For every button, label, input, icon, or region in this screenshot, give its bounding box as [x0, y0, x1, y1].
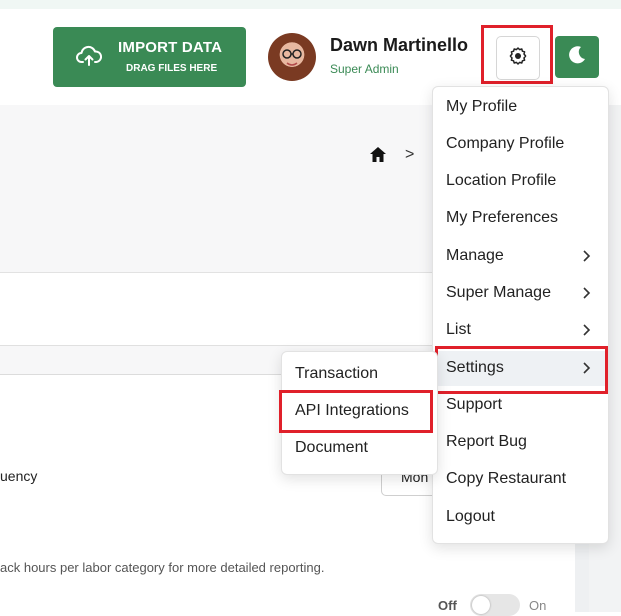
menu-item-label: Company Profile — [446, 135, 565, 152]
toggle-knob — [472, 596, 490, 614]
frequency-label: uency — [0, 468, 38, 484]
menu-item-label: My Preferences — [446, 209, 559, 226]
menu-item-logout[interactable]: Logout — [432, 500, 607, 535]
chevron-right-icon — [582, 249, 591, 268]
menu-item-copy-restaurant[interactable]: Copy Restaurant — [432, 462, 607, 497]
toggle-off-label: Off — [438, 598, 457, 613]
menu-item-label: Location Profile — [446, 172, 557, 189]
menu-item-location-profile[interactable]: Location Profile — [432, 164, 607, 199]
api-integrations-highlight — [279, 390, 433, 433]
submenu-item-label: Transaction — [295, 365, 378, 382]
import-data-subtitle: DRAG FILES HERE — [126, 63, 218, 74]
toggle-on-label: On — [529, 598, 547, 613]
menu-item-label: Super Manage — [446, 284, 551, 301]
menu-item-manage[interactable]: Manage — [432, 239, 607, 274]
moon-icon — [566, 44, 588, 71]
menu-item-my-preferences[interactable]: My Preferences — [432, 201, 607, 236]
menu-item-report-bug[interactable]: Report Bug — [432, 425, 607, 460]
chevron-right-icon — [582, 286, 591, 305]
import-data-button[interactable]: IMPORT DATA DRAG FILES HERE — [53, 27, 246, 87]
avatar[interactable] — [268, 33, 316, 81]
theme-toggle-button[interactable] — [555, 36, 599, 78]
menu-item-company-profile[interactable]: Company Profile — [432, 127, 607, 162]
user-name[interactable]: Dawn Martinello — [330, 35, 485, 56]
menu-item-label: Copy Restaurant — [446, 470, 567, 487]
submenu-item-transaction[interactable]: Transaction — [282, 357, 432, 392]
menu-item-label: Report Bug — [446, 433, 527, 450]
breadcrumb-separator: > — [405, 146, 415, 163]
settings-button-highlight — [481, 25, 553, 84]
menu-item-label: Manage — [446, 247, 504, 264]
menu-item-list[interactable]: List — [432, 313, 607, 348]
top-strip — [0, 0, 621, 9]
submenu-item-document[interactable]: Document — [282, 431, 432, 466]
menu-item-label: List — [446, 321, 471, 338]
menu-item-label: Support — [446, 396, 503, 413]
user-role: Super Admin — [330, 62, 399, 76]
submenu-item-label: Document — [295, 439, 368, 456]
home-icon[interactable] — [369, 146, 387, 168]
menu-item-label: My Profile — [446, 98, 518, 115]
menu-item-label: Logout — [446, 508, 495, 525]
import-data-title: IMPORT DATA — [118, 39, 223, 56]
menu-item-super-manage[interactable]: Super Manage — [432, 276, 607, 311]
cloud-upload-icon — [76, 45, 103, 72]
settings-item-highlight — [435, 346, 608, 394]
chevron-right-icon — [582, 323, 591, 342]
labor-category-description: ack hours per labor category for more de… — [0, 560, 325, 575]
menu-item-my-profile[interactable]: My Profile — [432, 90, 607, 125]
